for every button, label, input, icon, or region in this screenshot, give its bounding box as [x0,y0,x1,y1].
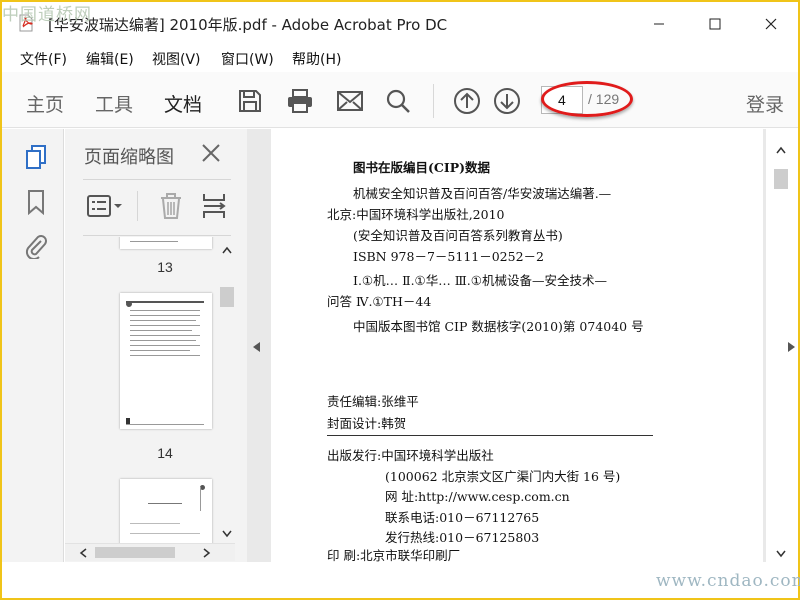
options-menu-icon [87,195,122,217]
page-text-line: 发行热线:010－67125803 [385,530,540,545]
page-text-line: 封面设计:韩贺 [327,416,407,431]
page-text-line: ISBN 978－7－5111－0252－2 [353,249,544,264]
tab-tools[interactable]: 工具 [95,90,133,117]
scroll-right-arrow-icon[interactable] [203,548,211,558]
expand-right-panel-arrow-icon[interactable] [788,342,796,352]
insert-page-button[interactable] [200,191,228,221]
panel-divider [83,235,231,236]
hscrollbar-thumb[interactable] [95,547,175,558]
sign-in-button[interactable]: 登录 [746,90,784,117]
page-text-line: 网 址:http://www.cesp.com.cn [385,489,570,504]
print-button[interactable] [285,86,315,116]
page-thumbnails-button[interactable] [22,143,50,171]
thumbnails-panel: 页面缩略图 13 14 [65,129,247,562]
attachments-button[interactable] [22,232,50,260]
page-text-line: 问答 Ⅳ.①TH－44 [327,294,432,309]
page-text-line: 联系电话:010－67112765 [385,510,540,525]
thumbnail-page-15[interactable] [120,479,212,545]
email-button[interactable] [335,86,365,116]
cip-heading: 图书在版编目(CIP)数据 [353,160,491,175]
bookmark-icon [28,190,44,215]
menu-bar: 文件(F) 编辑(E) 视图(V) 窗口(W) 帮助(H) [2,46,798,70]
panel-close-icon[interactable] [199,141,223,165]
page-rule [327,435,653,436]
close-window-button[interactable] [748,10,794,38]
menu-window[interactable]: 窗口(W) [221,49,274,69]
search-icon [386,89,410,113]
previous-page-button[interactable] [452,86,482,116]
search-button[interactable] [383,86,413,116]
page-text-line: 中国版本图书馆 CIP 数据核字(2010)第 074040 号 [353,319,644,334]
pdf-page: 图书在版编目(CIP)数据 机械安全知识普及百问百答/华安波瑞达编著.— 北京:… [271,129,763,563]
maximize-button[interactable] [692,10,738,38]
arrow-down-circle-icon [494,88,520,114]
menu-file[interactable]: 文件(F) [20,49,67,69]
panel-title: 页面缩略图 [84,147,174,168]
panel-divider [83,179,231,180]
save-button[interactable] [235,86,265,116]
collapse-panel-arrow-icon[interactable] [253,342,261,352]
page-text-line: 北京:中国环境科学出版社,2010 [327,207,505,222]
thumbnail-page-13[interactable] [120,237,212,249]
document-area: 图书在版编目(CIP)数据 机械安全知识普及百问百答/华安波瑞达编著.— 北京:… [247,129,796,563]
maximize-icon [709,18,721,30]
watermark-bottom: www.cndao.com [656,571,800,591]
bookmarks-button[interactable] [22,188,50,216]
menu-edit[interactable]: 编辑(E) [86,49,134,69]
tab-document[interactable]: 文档 [164,90,203,133]
thumbnails-scrollbar-thumb[interactable] [220,287,234,307]
menu-view[interactable]: 视图(V) [152,49,201,69]
envelope-icon [337,91,363,111]
toolbar-divider [433,84,434,118]
toolbar: 主页 工具 文档 4 / 129 登录 [2,72,798,133]
page-text-line: 责任编辑:张维平 [327,394,419,409]
scroll-up-arrow-icon[interactable] [776,146,786,154]
thumbnail-label: 14 [157,445,173,461]
watermark-top: 中国道桥网 [2,5,92,25]
next-page-button[interactable] [492,86,522,116]
tab-home[interactable]: 主页 [26,90,64,117]
page-text-line: 机械安全知识普及百问百答/华安波瑞达编著.— [353,186,612,201]
red-circle-annotation [541,81,633,117]
document-scrollbar-thumb[interactable] [774,169,788,189]
thumbnails-list: 13 14 [65,237,235,545]
page-text-line: Ⅰ.①机… Ⅱ.①华… Ⅲ.①机械设备—安全技术— [353,273,607,288]
scroll-left-arrow-icon[interactable] [79,548,87,558]
page-text-line: (100062 北京崇文区广渠门内大街 16 号) [385,469,621,484]
window-title: [华安波瑞达编著] 2010年版.pdf - Adobe Acrobat Pro… [48,16,448,34]
thumbnails-hscrollbar[interactable] [65,543,235,561]
delete-page-button[interactable] [157,191,185,221]
scroll-down-arrow-icon[interactable] [222,530,232,538]
panel-toolbar-divider [137,191,138,221]
page-text-line: 出版发行:中国环境科学出版社 [327,448,494,463]
thumbnail-page-14[interactable] [120,293,212,429]
thumbnail-options-button[interactable] [85,191,125,221]
minimize-button[interactable] [636,10,682,38]
navigation-rail [2,129,64,562]
page-text-line: (安全知识普及百问百答系列教育丛书) [353,228,563,243]
menu-help[interactable]: 帮助(H) [292,49,341,69]
trash-icon [161,193,181,219]
thumbnail-label: 13 [157,259,173,275]
paperclip-icon [25,235,47,259]
insert-page-icon [203,194,226,218]
close-icon [765,18,777,30]
title-bar: [华安波瑞达编著] 2010年版.pdf - Adobe Acrobat Pro… [2,2,798,44]
arrow-up-circle-icon [454,88,480,114]
scroll-up-arrow-icon[interactable] [222,246,232,254]
pages-icon [26,145,46,169]
save-icon [239,90,261,112]
minimize-icon [654,23,664,25]
scroll-down-arrow-icon[interactable] [776,550,786,558]
printer-icon [288,89,312,113]
